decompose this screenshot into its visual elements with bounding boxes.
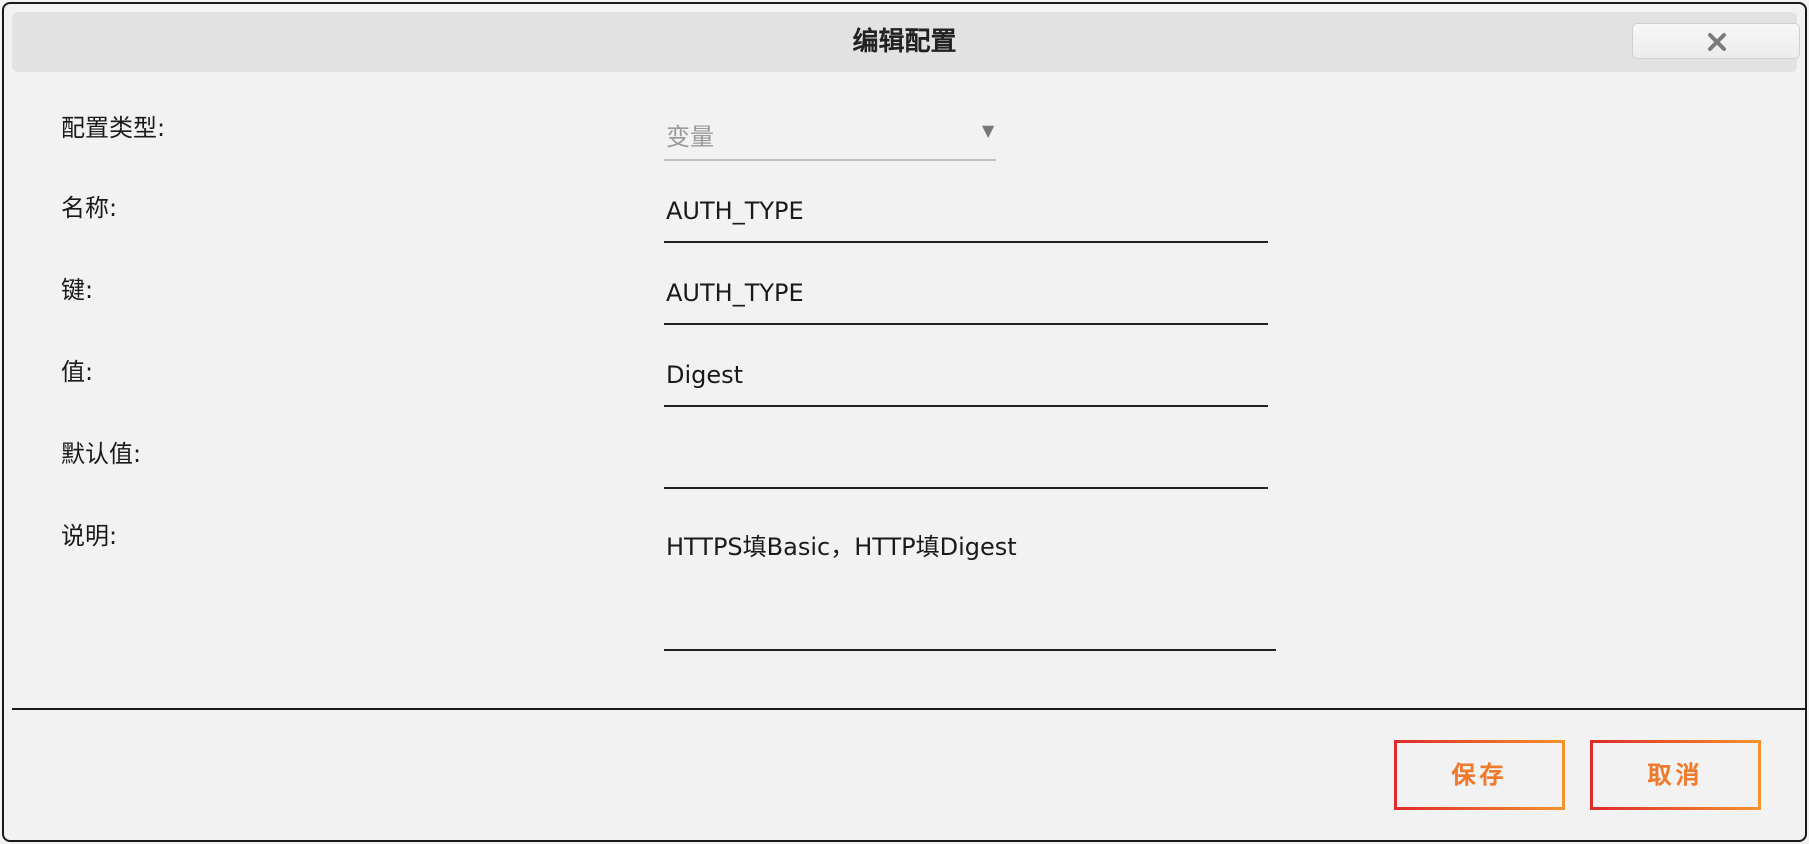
edit-config-dialog: 编辑配置 配置类型: 变量 ▼ 名称: AUTH_TYPE 键: AUTH_TY… — [2, 2, 1807, 842]
key-label: 键: — [61, 276, 94, 304]
value-label: 值: — [61, 358, 94, 386]
footer-divider — [12, 708, 1805, 710]
name-value: AUTH_TYPE — [666, 197, 804, 225]
chevron-down-icon: ▼ — [982, 121, 995, 140]
default-value-input[interactable] — [664, 435, 1268, 489]
config-type-label: 配置类型: — [61, 114, 166, 142]
value-input[interactable]: Digest — [664, 353, 1268, 407]
description-textarea[interactable]: HTTPS填Basic，HTTP填Digest — [664, 517, 1276, 651]
name-input[interactable]: AUTH_TYPE — [664, 189, 1268, 243]
cancel-button[interactable]: 取消 — [1590, 740, 1761, 810]
description-label: 说明: — [61, 522, 118, 550]
key-value: AUTH_TYPE — [666, 279, 804, 307]
save-button-label: 保存 — [1451, 761, 1508, 789]
save-button[interactable]: 保存 — [1394, 740, 1565, 810]
key-input[interactable]: AUTH_TYPE — [664, 271, 1268, 325]
name-label: 名称: — [61, 194, 118, 222]
default-value-label: 默认值: — [61, 440, 142, 468]
config-type-value: 变量 — [666, 123, 714, 151]
config-form: 配置类型: 变量 ▼ 名称: AUTH_TYPE 键: AUTH_TYPE 值:… — [4, 4, 1805, 840]
description-value: HTTPS填Basic，HTTP填Digest — [666, 533, 1017, 561]
value-value: Digest — [666, 361, 744, 389]
cancel-button-label: 取消 — [1647, 761, 1704, 789]
config-type-select[interactable]: 变量 ▼ — [664, 109, 996, 161]
